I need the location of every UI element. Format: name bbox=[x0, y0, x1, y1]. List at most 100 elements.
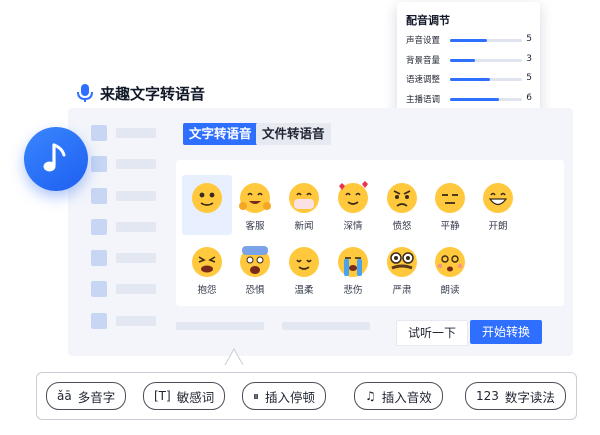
sidebar-label-placeholder bbox=[116, 253, 156, 263]
emotion-option[interactable]: 温柔 bbox=[282, 244, 326, 296]
sensitive-word-tool-button[interactable]: [T] 敏感词 bbox=[143, 382, 226, 410]
mask-emoji-icon bbox=[287, 180, 321, 214]
sidebar-icon[interactable] bbox=[91, 281, 107, 297]
emotion-label: 愤怒 bbox=[392, 221, 412, 232]
emotion-label: 温柔 bbox=[294, 285, 314, 296]
setting-slider[interactable] bbox=[450, 39, 522, 42]
callout-pointer bbox=[224, 347, 244, 366]
number-icon: 123 bbox=[476, 389, 499, 403]
setting-row[interactable]: 背景音量 3 bbox=[406, 54, 532, 68]
emotion-option[interactable]: 恐惧 bbox=[233, 244, 277, 296]
sidebar-label-placeholder bbox=[116, 128, 156, 138]
fearful-emoji-icon bbox=[238, 244, 272, 278]
sidebar-label-placeholder bbox=[116, 316, 156, 326]
setting-slider[interactable] bbox=[450, 59, 522, 62]
hearts-emoji-icon bbox=[336, 180, 370, 214]
setting-label: 背景音量 bbox=[406, 56, 441, 66]
sidebar-icon[interactable] bbox=[91, 219, 107, 235]
slider-fill bbox=[450, 59, 476, 62]
setting-label: 语速调整 bbox=[406, 75, 441, 85]
text-placeholder bbox=[282, 322, 370, 330]
music-note-icon: ♫ bbox=[365, 389, 376, 403]
setting-value: 3 bbox=[526, 54, 532, 64]
setting-row[interactable]: 主播语调 6 bbox=[406, 93, 532, 107]
voice-settings-panel: 配音调节 声音设置 5 背景音量 3 语速调整 5 主播语调 6 bbox=[397, 2, 540, 116]
emotion-option[interactable]: 新闻 bbox=[282, 180, 326, 232]
music-note-glyph bbox=[43, 143, 66, 172]
setting-label: 主播语调 bbox=[406, 95, 441, 105]
emotion-option[interactable]: 严肃 bbox=[380, 244, 424, 296]
tab-text-to-speech[interactable]: 文字转语音 bbox=[183, 123, 258, 145]
grin-emoji-icon bbox=[481, 180, 515, 214]
sidebar-icon[interactable] bbox=[91, 250, 107, 266]
app-title: 来趣文字转语音 bbox=[100, 84, 206, 103]
emotion-option[interactable]: 客服 bbox=[233, 180, 277, 232]
emotion-label: 朗读 bbox=[440, 285, 460, 296]
emotion-option[interactable]: 开朗 bbox=[476, 180, 520, 232]
tab-file-to-speech[interactable]: 文件转语音 bbox=[256, 123, 331, 145]
emotion-option[interactable]: 悲伤 bbox=[331, 244, 375, 296]
relieved-emoji-icon bbox=[287, 244, 321, 278]
number-reading-tool-button[interactable]: 123 数字读法 bbox=[465, 382, 566, 410]
emotion-label: 深情 bbox=[343, 221, 363, 232]
settings-title: 配音调节 bbox=[406, 14, 450, 27]
polyphone-tool-button[interactable]: ǎā 多音字 bbox=[46, 382, 127, 410]
emotion-option[interactable]: 平静 bbox=[428, 180, 472, 232]
dizzy-emoji-icon bbox=[433, 244, 467, 278]
emotion-label: 开朗 bbox=[488, 221, 508, 232]
slider-fill bbox=[450, 78, 490, 81]
emotion-label: 客服 bbox=[245, 221, 265, 232]
setting-value: 5 bbox=[526, 73, 532, 83]
emotion-option[interactable]: 抱怨 bbox=[185, 244, 229, 296]
setting-value: 6 bbox=[526, 93, 532, 103]
pause-icon: ⏸ bbox=[253, 388, 260, 403]
slider-fill bbox=[450, 98, 499, 101]
setting-value: 5 bbox=[526, 34, 532, 44]
tool-label: 多音字 bbox=[77, 389, 116, 405]
slider-fill bbox=[450, 39, 488, 42]
sidebar-label-placeholder bbox=[116, 159, 156, 169]
tool-label: 敏感词 bbox=[176, 389, 215, 405]
emotion-label: 悲伤 bbox=[343, 285, 363, 296]
insert-pause-tool-button[interactable]: ⏸ 插入停顿 bbox=[242, 382, 327, 410]
sidebar-icon[interactable] bbox=[91, 125, 107, 141]
emotion-label: 恐惧 bbox=[245, 285, 265, 296]
emotion-label: 新闻 bbox=[294, 221, 314, 232]
preview-button[interactable]: 试听一下 bbox=[396, 320, 468, 346]
sidebar-label-placeholder bbox=[116, 284, 156, 294]
sidebar-label-placeholder bbox=[116, 191, 156, 201]
sidebar-label-placeholder bbox=[116, 222, 156, 232]
start-convert-button[interactable]: 开始转换 bbox=[470, 320, 542, 344]
emotion-option[interactable]: 朗读 bbox=[428, 244, 472, 296]
text-bracket-icon: [T] bbox=[154, 389, 171, 403]
setting-label: 声音设置 bbox=[406, 36, 441, 46]
emotion-label: 严肃 bbox=[392, 285, 412, 296]
insert-sound-tool-button[interactable]: ♫ 插入音效 bbox=[354, 382, 443, 410]
emotion-option[interactable]: 愤怒 bbox=[380, 180, 424, 232]
text-placeholder bbox=[176, 322, 264, 330]
tool-label: 插入停顿 bbox=[265, 389, 316, 405]
sidebar-icon[interactable] bbox=[91, 156, 107, 172]
pinyin-icon: ǎā bbox=[57, 389, 72, 403]
app-header: 来趣文字转语音 bbox=[76, 80, 205, 106]
tool-label: 插入音效 bbox=[381, 389, 432, 405]
microphone-icon bbox=[77, 84, 93, 102]
sidebar-icon[interactable] bbox=[91, 313, 107, 329]
setting-slider[interactable] bbox=[450, 98, 522, 101]
emotion-label: 抱怨 bbox=[197, 285, 217, 296]
emotion-label: 平静 bbox=[440, 221, 460, 232]
hugging-emoji-icon bbox=[238, 180, 272, 214]
emotion-option[interactable]: 默认 bbox=[182, 175, 232, 235]
sidebar-icon[interactable] bbox=[91, 188, 107, 204]
angry-emoji-icon bbox=[385, 180, 419, 214]
setting-row[interactable]: 语速调整 5 bbox=[406, 73, 532, 87]
crying-emoji-icon bbox=[336, 244, 370, 278]
tired-emoji-icon bbox=[190, 244, 224, 278]
tool-label: 数字读法 bbox=[504, 389, 555, 405]
setting-row[interactable]: 声音设置 5 bbox=[406, 34, 532, 48]
disguise-emoji-icon bbox=[385, 244, 419, 278]
smile-emoji-icon bbox=[190, 180, 224, 214]
setting-slider[interactable] bbox=[450, 78, 522, 81]
neutral-emoji-icon bbox=[433, 180, 467, 214]
emotion-option[interactable]: 深情 bbox=[331, 180, 375, 232]
